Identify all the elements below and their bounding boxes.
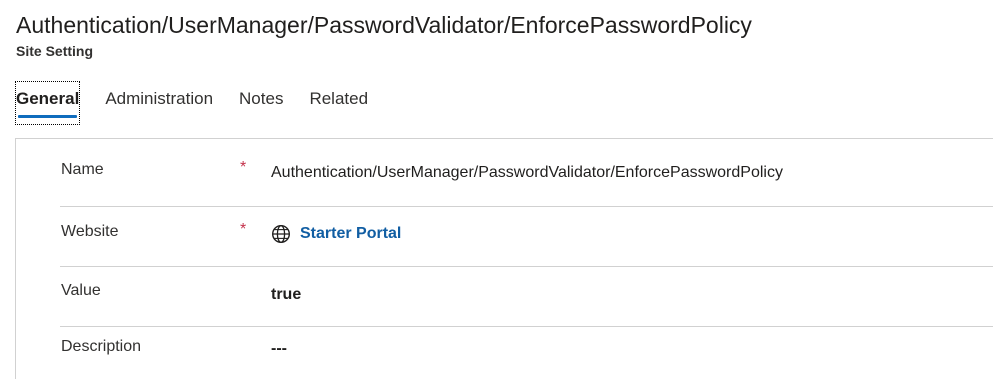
required-marker: * [240, 221, 247, 238]
value-field[interactable]: true [271, 286, 301, 304]
website-lookup-field[interactable]: Starter Portal [271, 224, 401, 244]
field-row-name: Name * Authentication/UserManager/Passwo… [60, 147, 993, 207]
tab-general[interactable]: General [14, 81, 81, 125]
required-marker: * [240, 159, 247, 176]
tab-list: General Administration Notes Related [14, 81, 394, 126]
description-field[interactable]: --- [271, 340, 287, 358]
record-title: Authentication/UserManager/PasswordValid… [16, 12, 752, 38]
tab-related[interactable]: Related [309, 82, 368, 124]
tab-administration[interactable]: Administration [105, 82, 213, 124]
globe-icon [271, 224, 291, 244]
field-row-description: Description --- [60, 327, 993, 387]
field-row-website: Website * Starter Portal [60, 207, 993, 267]
record-entity-type: Site Setting [16, 43, 94, 59]
name-field[interactable]: Authentication/UserManager/PasswordValid… [271, 164, 783, 182]
tab-notes[interactable]: Notes [239, 82, 283, 124]
field-label-value: Value [61, 282, 101, 299]
website-lookup-link[interactable]: Starter Portal [300, 225, 401, 243]
field-label-website: Website [61, 223, 119, 240]
field-label-name: Name [61, 161, 104, 178]
record-header: Authentication/UserManager/PasswordValid… [16, 8, 986, 60]
general-form-section: Name * Authentication/UserManager/Passwo… [15, 138, 993, 379]
field-label-description: Description [61, 338, 142, 355]
field-row-value: Value true [60, 267, 993, 327]
